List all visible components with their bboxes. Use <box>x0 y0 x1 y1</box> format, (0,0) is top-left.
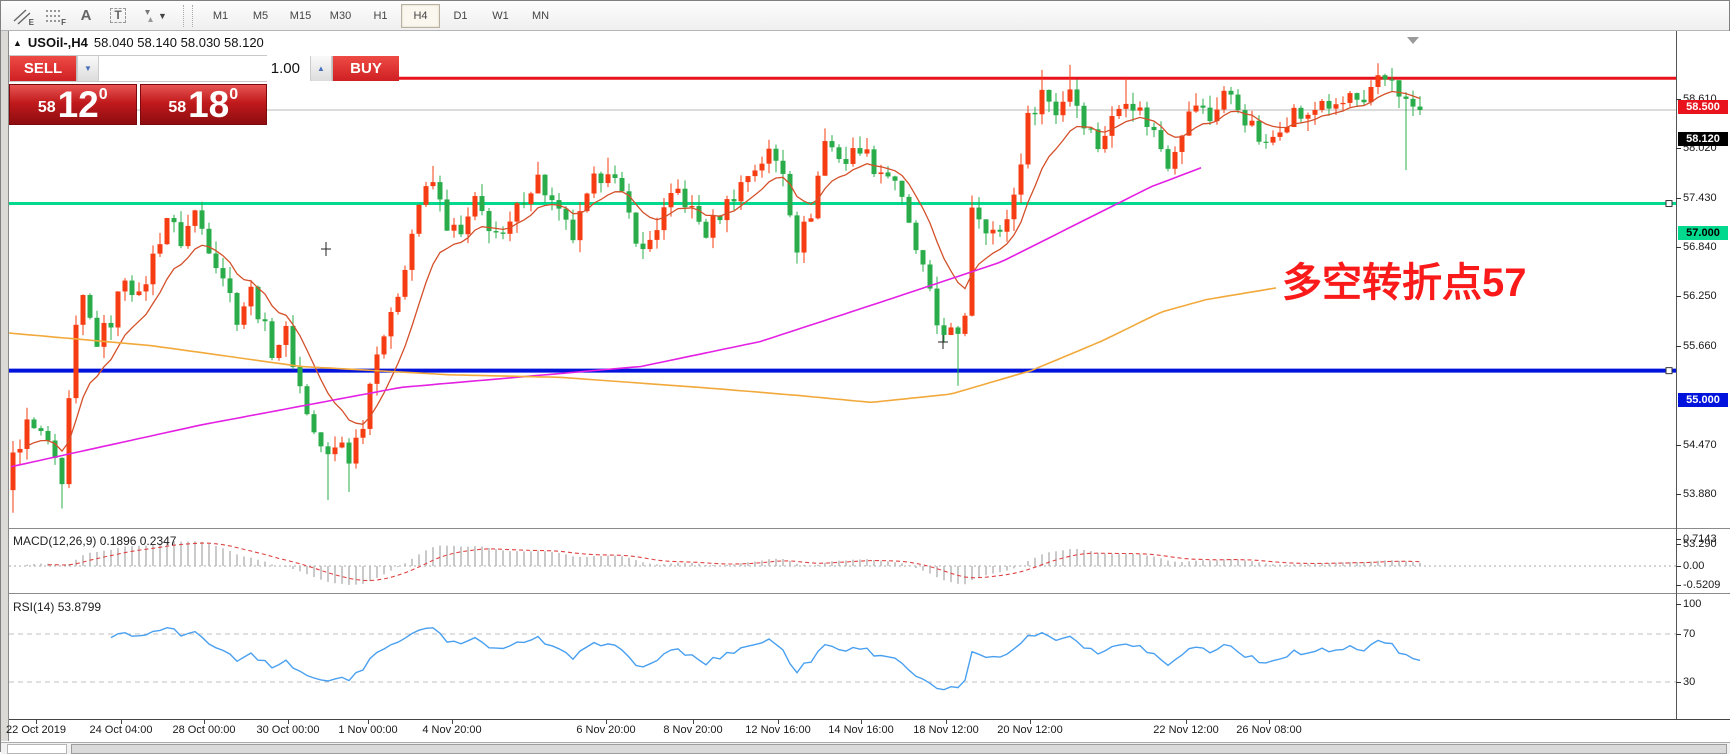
time-axis-label: 22 Oct 2019 <box>6 724 66 736</box>
price-axis-label: 54.470 <box>1683 439 1730 451</box>
text-tool-icon[interactable]: A <box>71 4 101 28</box>
rsi-indicator-label: RSI(14) 53.8799 <box>13 600 101 614</box>
timeframe-button-d1[interactable]: D1 <box>441 4 480 28</box>
label-tool-icon[interactable]: T <box>103 4 133 28</box>
volume-increase-button[interactable]: ▲ <box>310 56 332 81</box>
symbol-period-label: USOil-,H4 <box>28 35 88 50</box>
price-axis-label: 57.430 <box>1683 192 1730 204</box>
time-axis-label: 6 Nov 20:00 <box>576 724 635 736</box>
time-axis-label: 28 Oct 00:00 <box>173 724 236 736</box>
price-tick-mark <box>1676 346 1681 347</box>
scrollbar-thumb[interactable] <box>71 744 1727 754</box>
fibonacci-tool-icon[interactable]: F <box>39 4 69 28</box>
buy-price-whole: 58 <box>168 99 186 117</box>
time-axis-label: 14 Nov 16:00 <box>828 724 893 736</box>
time-axis-label: 20 Nov 12:00 <box>997 724 1062 736</box>
time-axis-label: 1 Nov 00:00 <box>338 724 397 736</box>
timeframe-button-mn[interactable]: MN <box>521 4 560 28</box>
price-tick-mark <box>1676 585 1681 586</box>
list-marker-icon: ▲ <box>13 38 22 48</box>
equidistant-channel-tool-icon[interactable]: E <box>7 4 37 28</box>
sell-button[interactable]: SELL <box>10 56 76 81</box>
left-gutter <box>1 31 9 741</box>
timeframe-button-m1[interactable]: M1 <box>201 4 240 28</box>
sell-price-frac: 0 <box>99 86 108 104</box>
price-tick-mark <box>1676 445 1681 446</box>
one-click-trade-panel: SELL ▼ ▲ BUY 58120 58180 <box>9 55 267 125</box>
arrows-tool-icon[interactable]: ▼ <box>135 4 173 28</box>
ohlc-quote: 58.040 58.140 58.030 58.120 <box>94 35 264 50</box>
horizontal-scrollbar <box>1 742 1730 754</box>
timeframe-button-m5[interactable]: M5 <box>241 4 280 28</box>
toolbar-drag-handle[interactable] <box>183 5 193 27</box>
price-tick-mark <box>1676 296 1681 297</box>
sell-price-pips: 12 <box>58 90 99 120</box>
price-axis-label: 56.840 <box>1683 241 1730 253</box>
macd-rsi-divider[interactable] <box>1 593 1730 596</box>
time-axis-label: 4 Nov 20:00 <box>422 724 481 736</box>
trading-app: EFAT ▼ M1M5M15M30H1H4D1W1MN ▲ USOil-,H4 5… <box>0 0 1730 752</box>
price-tick-mark <box>1676 566 1681 567</box>
timeframe-button-m15[interactable]: M15 <box>281 4 320 28</box>
price-tick-mark <box>1676 494 1681 495</box>
down-arrow-icon: ▼ <box>84 64 92 73</box>
price-tick-mark <box>1676 539 1681 540</box>
time-axis-label: 8 Nov 20:00 <box>663 724 722 736</box>
chart-title: ▲ USOil-,H4 58.040 58.140 58.030 58.120 <box>13 35 264 50</box>
time-axis-label: 18 Nov 12:00 <box>913 724 978 736</box>
time-axis-label: 26 Nov 08:00 <box>1236 724 1301 736</box>
time-axis-label: 12 Nov 16:00 <box>745 724 810 736</box>
price-chart-canvas[interactable] <box>1 31 1730 753</box>
price-axis-label: 53.880 <box>1683 488 1730 500</box>
chart-window: ▲ USOil-,H4 58.040 58.140 58.030 58.120 … <box>1 31 1730 753</box>
macd-axis-label: 0.00 <box>1683 560 1730 572</box>
sell-price-tile[interactable]: 58120 <box>9 84 137 125</box>
up-arrow-icon: ▲ <box>317 64 325 73</box>
buy-button[interactable]: BUY <box>333 56 399 81</box>
price-axis-line <box>1676 31 1677 719</box>
dropdown-caret-icon: ▼ <box>158 11 167 21</box>
rsi-axis-label: 70 <box>1683 628 1730 640</box>
price-tick-mark <box>1676 148 1681 149</box>
price-axis-label: 56.250 <box>1683 290 1730 302</box>
timeframe-group: M1M5M15M30H1H4D1W1MN <box>201 4 561 28</box>
rsi-axis-label: 30 <box>1683 676 1730 688</box>
macd-axis-label: -0.5209 <box>1683 579 1730 591</box>
price-tick-mark <box>1676 198 1681 199</box>
price-badge-57.000: 57.000 <box>1678 226 1728 240</box>
timeframe-button-h4[interactable]: H4 <box>401 4 440 28</box>
price-tick-mark <box>1676 634 1681 635</box>
price-axis-label: 55.660 <box>1683 340 1730 352</box>
macd-axis-label: 0.7143 <box>1683 533 1730 545</box>
main-macd-divider[interactable] <box>1 528 1730 531</box>
drawing-tools-group: EFAT ▼ <box>7 4 175 28</box>
volume-group: ▼ ▲ <box>76 56 333 81</box>
buy-price-pips: 18 <box>188 90 229 120</box>
sell-price-whole: 58 <box>38 99 56 117</box>
timeframe-button-w1[interactable]: W1 <box>481 4 520 28</box>
volume-input[interactable] <box>99 56 310 81</box>
time-axis-label: 22 Nov 12:00 <box>1153 724 1218 736</box>
top-toolbar: EFAT ▼ M1M5M15M30H1H4D1W1MN <box>1 1 1729 31</box>
buy-price-tile[interactable]: 58180 <box>140 84 268 125</box>
price-badge-58.500: 58.500 <box>1678 100 1728 114</box>
rsi-axis-label: 100 <box>1683 598 1730 610</box>
time-axis-line <box>1 719 1730 720</box>
price-tick-mark <box>1676 604 1681 605</box>
chart-annotation-text[interactable]: 多空转折点57 <box>1282 263 1527 303</box>
price-badge-58.120: 58.120 <box>1678 132 1728 146</box>
scrollbar-left-segment <box>7 744 67 754</box>
macd-indicator-label: MACD(12,26,9) 0.1896 0.2347 <box>13 534 176 548</box>
price-tick-mark <box>1676 682 1681 683</box>
time-axis-label: 24 Oct 04:00 <box>90 724 153 736</box>
price-badge-55.000: 55.000 <box>1678 393 1728 407</box>
buy-price-frac: 0 <box>229 86 238 104</box>
price-tick-mark <box>1676 247 1681 248</box>
timeframe-button-m30[interactable]: M30 <box>321 4 360 28</box>
timeframe-button-h1[interactable]: H1 <box>361 4 400 28</box>
volume-decrease-button[interactable]: ▼ <box>77 56 99 81</box>
time-axis-label: 30 Oct 00:00 <box>257 724 320 736</box>
price-tick-mark <box>1676 544 1681 545</box>
